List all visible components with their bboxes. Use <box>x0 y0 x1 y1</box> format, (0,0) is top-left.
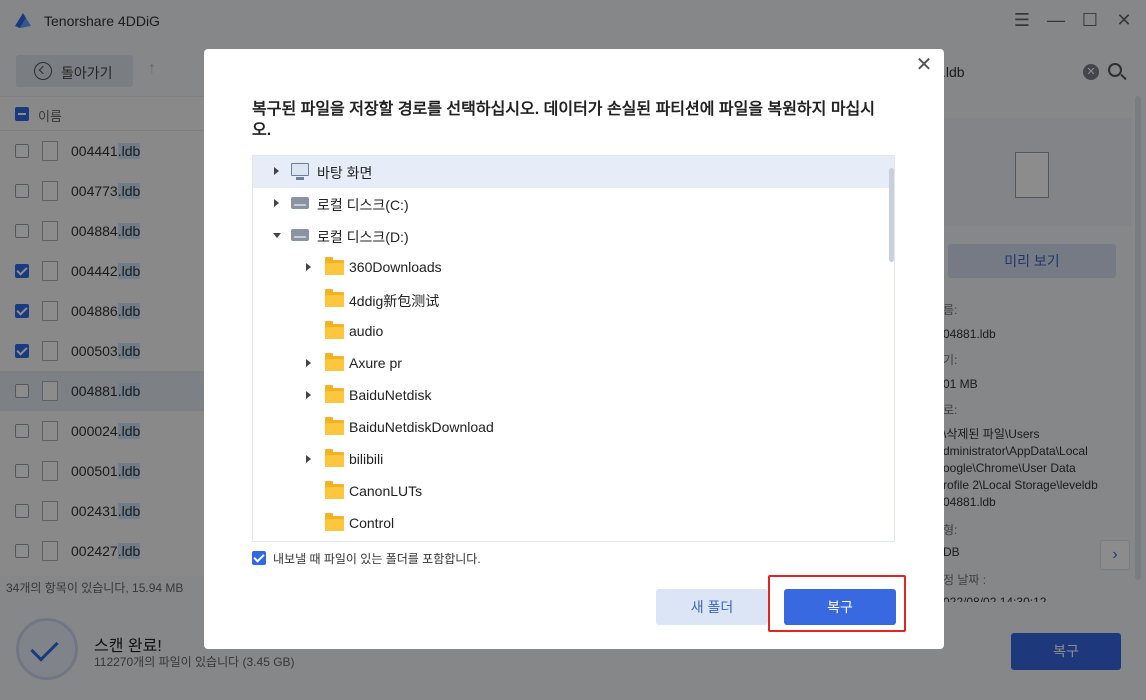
expand-caret-icon[interactable] <box>306 359 311 367</box>
tree-node[interactable]: CanonLUTs <box>253 476 894 508</box>
tree-node[interactable]: 360Downloads <box>253 252 894 284</box>
tree-node[interactable]: Axure pr <box>253 348 894 380</box>
expand-caret-icon[interactable] <box>274 199 279 207</box>
folder-icon <box>325 417 344 435</box>
expand-caret-icon[interactable] <box>306 263 311 271</box>
recover-highlight-annotation <box>768 575 906 632</box>
folder-icon <box>325 257 344 275</box>
folder-icon <box>325 449 344 467</box>
expand-caret-icon[interactable] <box>306 455 311 463</box>
tree-node-label: BaiduNetdiskDownload <box>349 419 494 435</box>
tree-node[interactable]: 로컬 디스크(C:) <box>253 188 894 220</box>
monitor-icon <box>291 163 309 180</box>
tree-node[interactable]: 4ddig新包测试 <box>253 284 894 316</box>
disk-icon <box>291 229 309 241</box>
tree-node-label: CanonLUTs <box>349 483 423 499</box>
folder-icon <box>325 481 344 499</box>
tree-node[interactable]: Control <box>253 508 894 540</box>
tree-node[interactable]: 바탕 화면 <box>253 156 894 188</box>
tree-node-label: 바탕 화면 <box>317 165 373 181</box>
folder-icon <box>325 321 344 339</box>
tree-node[interactable]: 로컬 디스크(D:) <box>253 220 894 252</box>
expand-caret-icon[interactable] <box>306 391 311 399</box>
dialog-message: 복구된 파일을 저장할 경로를 선택하십시오. 데이터가 손실된 파티션에 파일… <box>252 101 875 139</box>
include-folders-label: 내보낼 때 파일이 있는 폴더를 포함합니다. <box>273 552 481 566</box>
tree-node[interactable]: BaiduNetdisk <box>253 380 894 412</box>
tree-scrollbar[interactable] <box>889 168 894 262</box>
include-folders-checkbox[interactable] <box>252 551 266 565</box>
save-location-dialog: ✕ 복구된 파일을 저장할 경로를 선택하십시오. 데이터가 손실된 파티션에 … <box>204 49 944 649</box>
tree-node[interactable]: BaiduNetdiskDownload <box>253 412 894 444</box>
close-dialog-icon[interactable]: ✕ <box>915 55 933 75</box>
tree-node-label: 4ddig新包测试 <box>349 293 440 309</box>
tree-node-label: Axure pr <box>349 355 402 371</box>
tree-node-label: BaiduNetdisk <box>349 387 432 403</box>
tree-node[interactable]: audio <box>253 316 894 348</box>
tree-node-label: audio <box>349 323 384 339</box>
folder-icon <box>325 353 344 371</box>
new-folder-button[interactable]: 새 폴더 <box>656 589 768 625</box>
tree-node-label: Control <box>349 515 395 531</box>
tree-node-label: 로컬 디스크(D:) <box>317 229 409 245</box>
tree-node[interactable]: bilibili <box>253 444 894 476</box>
tree-node-label: 로컬 디스크(C:) <box>317 197 409 213</box>
folder-icon <box>325 513 344 531</box>
tree-node-label: 360Downloads <box>349 259 442 275</box>
folder-icon <box>325 289 344 307</box>
tree-node-label: bilibili <box>349 451 384 467</box>
folder-tree: 바탕 화면로컬 디스크(C:) 로컬 디스크(D:) 360Downloads 4dd… <box>252 155 895 542</box>
disk-icon <box>291 197 309 209</box>
collapse-caret-icon[interactable] <box>273 233 281 238</box>
folder-icon <box>325 385 344 403</box>
expand-caret-icon[interactable] <box>274 167 279 175</box>
